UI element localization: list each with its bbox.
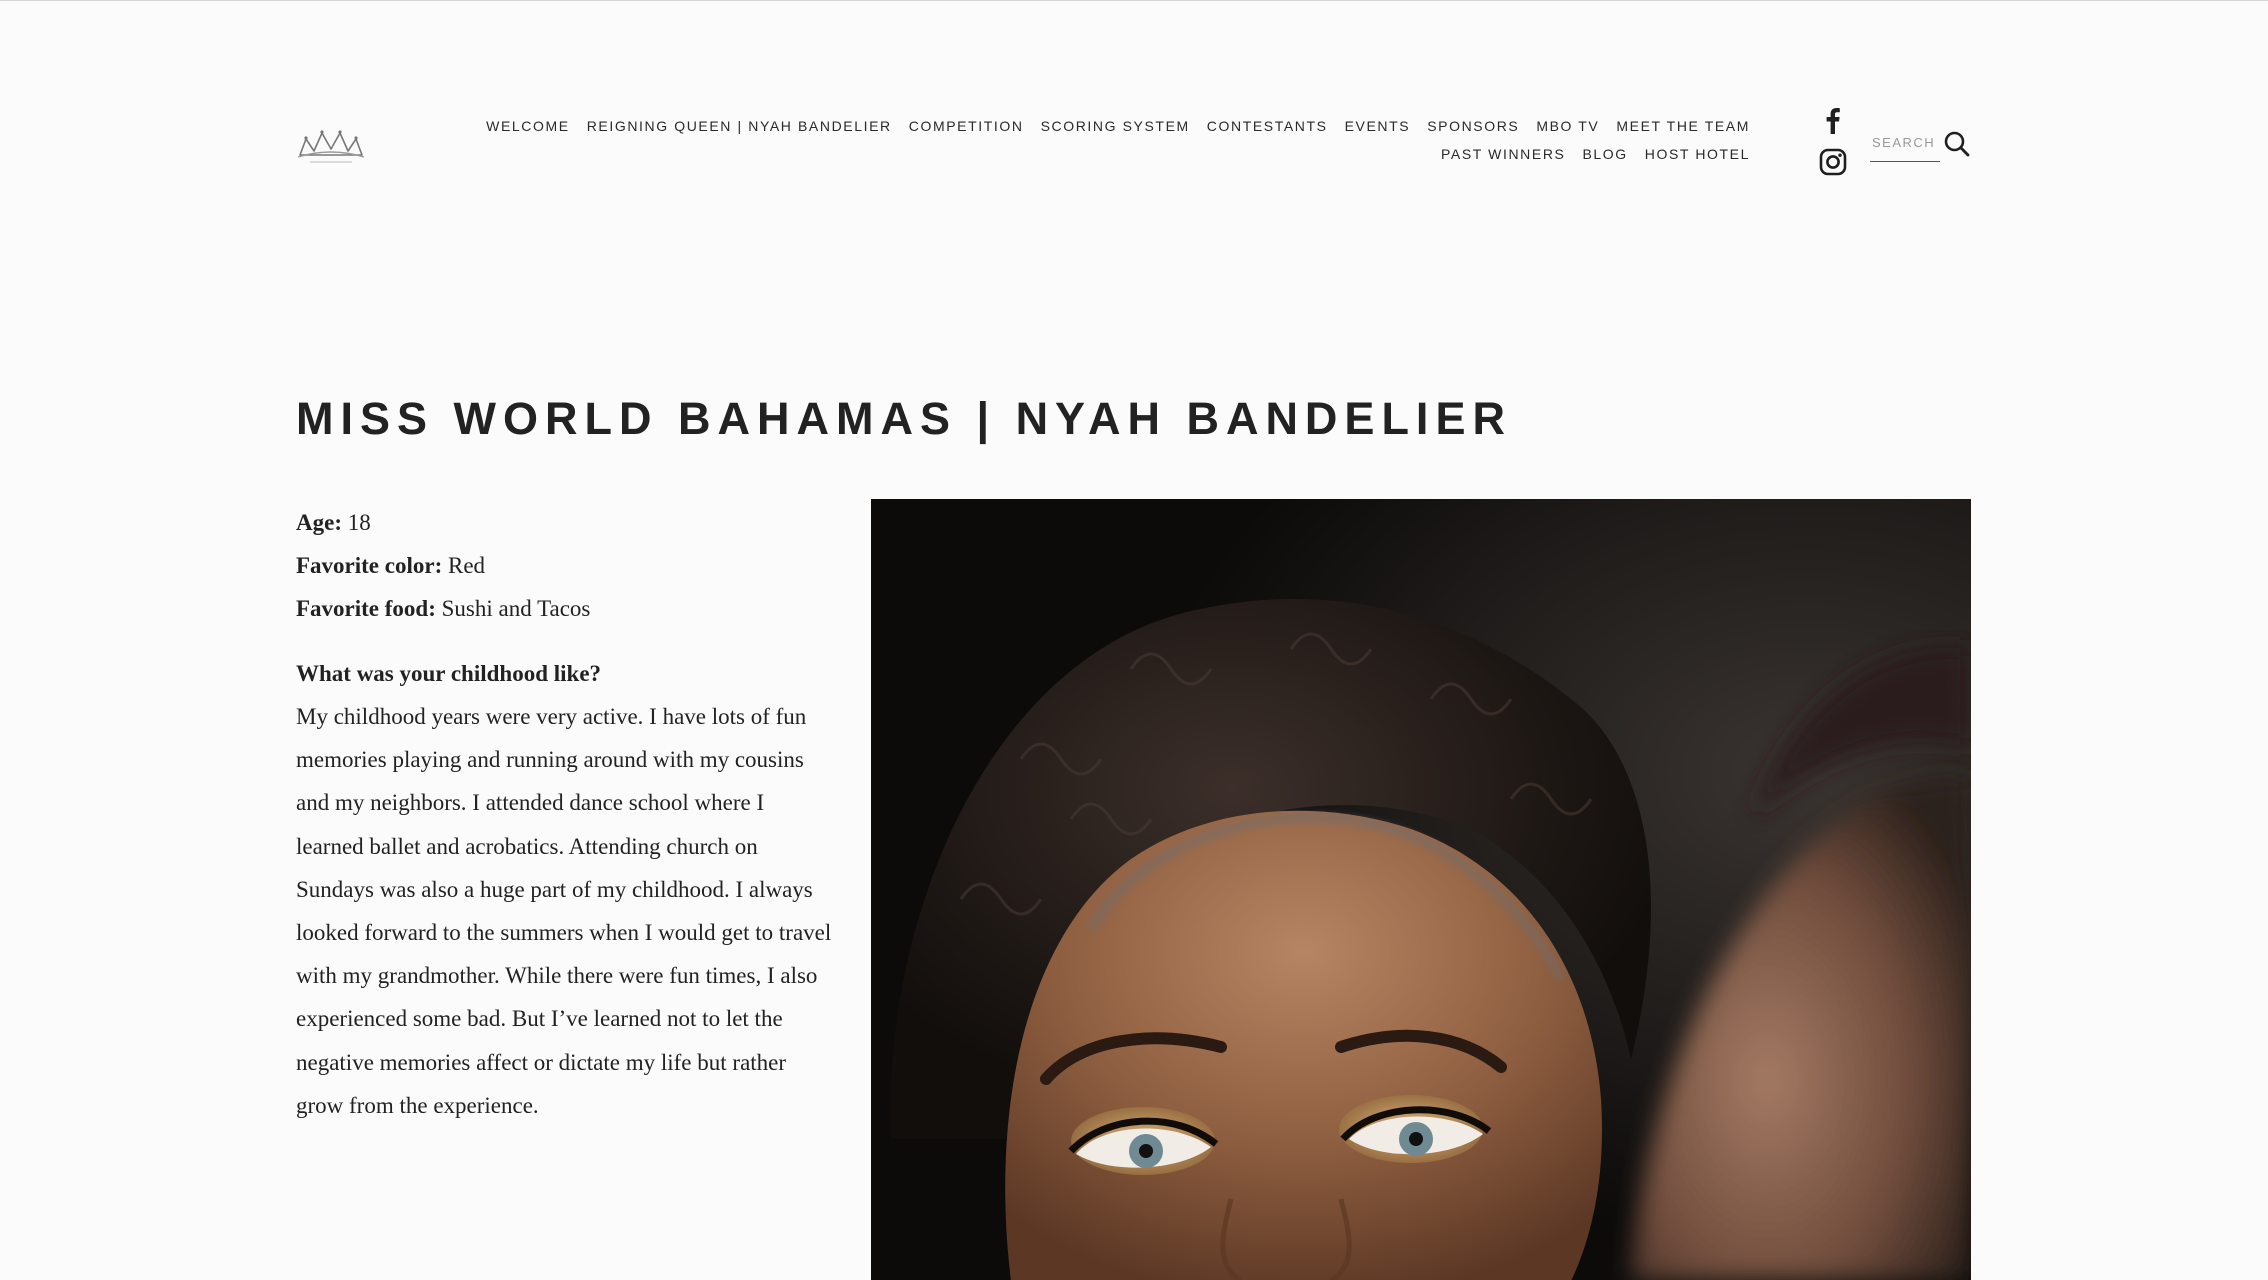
nav-item-blog[interactable]: BLOG xyxy=(1582,147,1627,161)
nav-item-welcome[interactable]: WELCOME xyxy=(486,119,570,133)
nav-item-contestants[interactable]: CONTESTANTS xyxy=(1207,119,1328,133)
fact-favorite-food: Favorite food: Sushi and Tacos xyxy=(296,587,836,630)
bio-section: Age: 18 Favorite color: Red Favorite foo… xyxy=(296,501,836,1127)
interview-question: What was your childhood like? xyxy=(296,661,602,686)
fact-label: Favorite color: xyxy=(296,553,443,578)
nav-item-past-winners[interactable]: PAST WINNERS xyxy=(1441,147,1565,161)
nav-item-reigning-queen[interactable]: REIGNING QUEEN | NYAH BANDELIER xyxy=(587,119,892,133)
nav-item-sponsors[interactable]: SPONSORS xyxy=(1427,119,1519,133)
fact-value: 18 xyxy=(341,510,371,535)
instagram-icon[interactable] xyxy=(1818,147,1848,177)
facebook-icon[interactable] xyxy=(1818,105,1848,135)
contestant-portrait-image xyxy=(871,499,1971,1280)
nav-item-events[interactable]: EVENTS xyxy=(1345,119,1411,133)
search-input[interactable] xyxy=(1870,127,1940,162)
fact-favorite-color: Favorite color: Red xyxy=(296,544,836,587)
nav-item-mbo-tv[interactable]: MBO TV xyxy=(1536,119,1599,133)
crown-logo-icon[interactable] xyxy=(296,125,366,167)
nav-item-meet-the-team[interactable]: MEET THE TEAM xyxy=(1616,119,1750,133)
search-bar xyxy=(1870,127,1972,162)
interview-answer: My childhood years were very active. I h… xyxy=(296,704,832,1118)
nav-item-competition[interactable]: COMPETITION xyxy=(909,119,1024,133)
fact-label: Age: xyxy=(296,510,342,535)
page-title: MISS WORLD BAHAMAS | NYAH BANDELIER xyxy=(296,393,1512,444)
nav-item-scoring-system[interactable]: SCORING SYSTEM xyxy=(1041,119,1190,133)
fact-value: Red xyxy=(442,553,486,578)
search-icon[interactable] xyxy=(1942,129,1972,159)
social-links xyxy=(1818,105,1850,189)
fact-value: Sushi and Tacos xyxy=(435,596,591,621)
fact-label: Favorite food: xyxy=(296,596,436,621)
nav-item-host-hotel[interactable]: HOST HOTEL xyxy=(1645,147,1750,161)
site-header: WELCOME REIGNING QUEEN | NYAH BANDELIER … xyxy=(0,1,2268,261)
fact-age: Age: 18 xyxy=(296,501,836,544)
main-nav: WELCOME REIGNING QUEEN | NYAH BANDELIER … xyxy=(400,119,1750,161)
